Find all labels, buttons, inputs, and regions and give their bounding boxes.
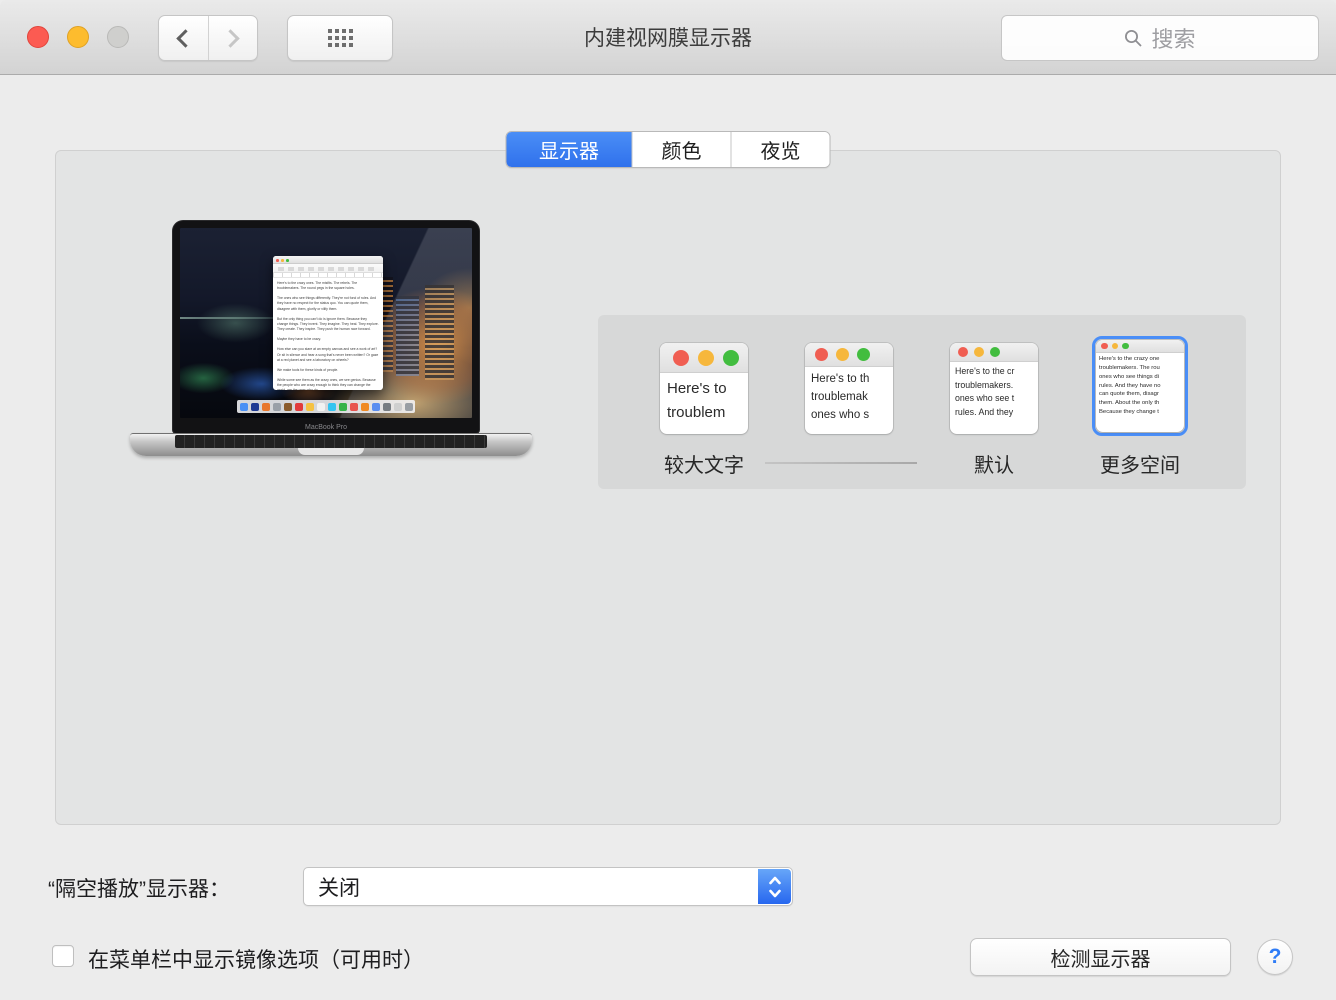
airplay-value: 关闭 [304,872,360,902]
question-mark-icon: ? [1269,945,1282,969]
dock-icon [240,403,248,411]
scale-option-larger-text[interactable]: Here's to troublem [660,343,748,434]
dock-icon [306,403,314,411]
navigation-buttons [158,15,258,61]
show-all-preferences-button[interactable] [287,15,393,61]
textedit-text: Here's to the crazy ones. The misfits. T… [273,278,383,390]
scale-label-larger-text: 较大文字 [664,449,744,478]
traffic-light-icon [1112,343,1119,350]
mirroring-checkbox-label[interactable]: 在菜单栏中显示镜像选项（可用时） [88,944,424,974]
textedit-window-preview: Here's to the crazy ones. The misfits. T… [273,256,383,390]
traffic-light-icon [857,348,870,361]
close-window-button[interactable] [27,26,49,48]
system-preferences-window: 内建视网膜显示器 搜索 显示器 颜色 夜览 [0,0,1336,1000]
dock-icon [394,403,402,411]
scale-label-divider [765,462,917,464]
chevron-up-down-icon [767,873,783,901]
traffic-light-icon [836,348,849,361]
traffic-light-icon [723,350,739,366]
dock-icon [284,403,292,411]
grid-icon [328,29,353,47]
tab-label: 显示器 [539,135,599,164]
search-icon [1124,29,1143,48]
thumb-titlebar [950,343,1038,362]
textedit-toolbar [273,264,383,273]
macbook-base [130,433,532,456]
scale-label-more-space: 更多空间 [1100,449,1180,478]
thumb-preview-text: Here's to the cr troublemakers. ones who… [950,362,1038,423]
traffic-light-icon [974,347,984,357]
window-title: 内建视网膜显示器 [400,0,936,74]
detect-displays-label: 检测显示器 [1051,943,1151,972]
wallpaper: Here's to the crazy ones. The misfits. T… [180,228,472,418]
thumb-preview-text: Here's to the crazy one troublemakers. T… [1096,353,1184,419]
tab-label: 夜览 [761,135,801,164]
scale-option-more-space: Here's to the crazy one troublemakers. T… [1096,340,1184,432]
back-button[interactable] [159,16,208,60]
dock-icon [251,403,259,411]
search-input[interactable]: 搜索 [1001,15,1319,61]
forward-button[interactable] [208,16,258,60]
macbook-preview-screen: Here's to the crazy ones. The misfits. T… [173,221,479,433]
chevron-left-icon [176,29,194,47]
traffic-light-icon [1101,343,1108,350]
dock-icon [295,403,303,411]
dock-icon [405,403,413,411]
tab-label: 颜色 [662,135,702,164]
dock-icon [328,403,336,411]
thumb-preview-text: Here's to th troublemak ones who s [805,367,893,428]
traffic-light-icon [276,259,279,262]
dock-icon [383,403,391,411]
device-label: MacBook Pro [173,424,479,431]
thumb-titlebar [660,343,748,373]
dock-icon [339,403,347,411]
traffic-light-icon [958,347,968,357]
minimize-window-button[interactable] [67,26,89,48]
help-button[interactable]: ? [1257,939,1293,975]
macbook-lid-notch [298,448,364,455]
textedit-titlebar [273,256,383,264]
scaled-resolution-options: Here's to troublem Here's to th troublem… [598,315,1246,489]
airplay-dropdown[interactable]: 关闭 [303,867,793,906]
traffic-light-icon [1122,343,1129,350]
tab-night-shift[interactable]: 夜览 [731,132,830,167]
thumb-preview-text: Here's to troublem [660,373,748,429]
traffic-light-icon [990,347,1000,357]
thumb-titlebar [1096,340,1184,353]
macbook-keyboard [175,435,487,448]
traffic-light-icon [673,350,689,366]
dock [237,400,415,413]
thumb-titlebar [805,343,893,367]
tab-color[interactable]: 颜色 [632,132,731,167]
mirroring-checkbox[interactable] [52,945,74,967]
detect-displays-button[interactable]: 检测显示器 [970,938,1231,976]
dropdown-capsule [758,869,791,904]
zoom-window-button-disabled [107,26,129,48]
traffic-light-icon [815,348,828,361]
scale-option-more-space-selected[interactable]: Here's to the crazy one troublemakers. T… [1092,336,1188,436]
scale-label-default: 默认 [974,449,1014,478]
dock-icon [262,403,270,411]
tab-bar: 显示器 颜色 夜览 [506,131,831,168]
dock-icon [317,403,325,411]
traffic-light-icon [698,350,714,366]
dock-icon [273,403,281,411]
tab-displays[interactable]: 显示器 [507,132,632,167]
search-placeholder: 搜索 [1151,22,1195,54]
scale-option-default[interactable]: Here's to the cr troublemakers. ones who… [950,343,1038,434]
traffic-light-icon [281,259,284,262]
title-bar: 内建视网膜显示器 搜索 [0,0,1336,75]
traffic-light-icon [286,259,289,262]
airplay-label: “隔空播放”显示器： [48,873,230,903]
dock-icon [361,403,369,411]
dock-icon [350,403,358,411]
dock-icon [372,403,380,411]
scale-option-2[interactable]: Here's to th troublemak ones who s [805,343,893,434]
chevron-right-icon [222,29,240,47]
